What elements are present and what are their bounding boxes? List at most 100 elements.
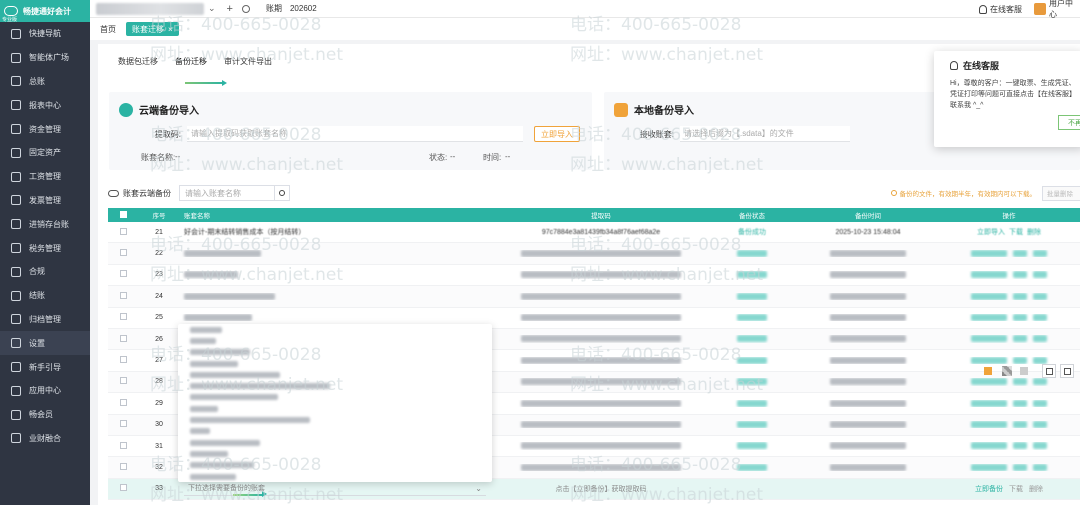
redacted-actions[interactable] — [1013, 271, 1027, 279]
dropdown-option[interactable] — [178, 380, 492, 391]
redacted-actions[interactable] — [971, 249, 1007, 257]
redacted-actions[interactable] — [1033, 463, 1047, 471]
select-all-checkbox[interactable] — [119, 210, 127, 218]
dropdown-option[interactable] — [178, 471, 492, 482]
redacted-actions[interactable] — [1013, 399, 1027, 407]
row-checkbox[interactable] — [119, 420, 127, 428]
sidebar-item-guide[interactable]: 新手引导 — [0, 355, 90, 379]
dropdown-option[interactable] — [178, 414, 492, 425]
row-checkbox[interactable] — [119, 356, 127, 364]
dropdown-option[interactable] — [178, 369, 492, 380]
dropdown-option[interactable] — [178, 403, 492, 414]
sidebar-item-money[interactable]: 资金管理 — [0, 117, 90, 141]
sidebar-item-inventory[interactable]: 进销存台账 — [0, 212, 90, 236]
sidebar-item-apps[interactable]: 应用中心 — [0, 379, 90, 403]
dropdown-option[interactable] — [178, 437, 492, 448]
sidebar-item-ai[interactable]: 智能体广场 — [0, 46, 90, 70]
redacted-actions[interactable] — [971, 271, 1007, 279]
delete-link[interactable]: 删除 — [1027, 229, 1041, 236]
redacted-actions[interactable] — [1013, 442, 1027, 450]
sidebar-item-invoice[interactable]: 发票管理 — [0, 189, 90, 213]
sidebar-item-tax[interactable]: 税务管理 — [0, 236, 90, 260]
redacted-actions[interactable] — [1013, 292, 1027, 300]
redacted-actions[interactable] — [1013, 249, 1027, 257]
orange-badge-icon[interactable] — [984, 367, 992, 375]
row-checkbox[interactable] — [119, 313, 127, 321]
dropdown-option[interactable] — [178, 358, 492, 369]
sidebar-item-report[interactable]: 报表中心 — [0, 93, 90, 117]
redacted-actions[interactable] — [1033, 314, 1047, 322]
qr-code-icon[interactable] — [1002, 366, 1012, 376]
period-value[interactable]: 202602 — [290, 4, 317, 13]
redacted-actions[interactable] — [971, 335, 1007, 343]
customer-service-button[interactable]: 在线客服 — [979, 4, 1022, 15]
sidebar-item-compliance[interactable]: 合规 — [0, 260, 90, 284]
redacted-actions[interactable] — [971, 463, 1007, 471]
redacted-actions[interactable] — [1033, 442, 1047, 450]
redacted-actions[interactable] — [1033, 249, 1047, 257]
tab-data-package-migration[interactable]: 数据包迁移 — [118, 56, 158, 67]
row-checkbox[interactable] — [119, 270, 127, 278]
note-icon[interactable] — [1042, 364, 1056, 378]
row-checkbox[interactable] — [119, 249, 127, 257]
redacted-actions[interactable] — [1013, 463, 1027, 471]
redacted-actions[interactable] — [971, 292, 1007, 300]
tab-audit-file-export[interactable]: 审计文件导出 — [224, 56, 272, 67]
redacted-actions[interactable] — [1033, 271, 1047, 279]
company-selector[interactable] — [96, 2, 204, 15]
backup-now-button[interactable]: 立即备份 — [975, 486, 1003, 493]
redacted-actions[interactable] — [971, 399, 1007, 407]
sidebar-item-integration[interactable]: 业财融合 — [0, 427, 90, 451]
sidebar-item-home[interactable]: 快捷导航 — [0, 22, 90, 46]
dropdown-option[interactable] — [178, 335, 492, 346]
dont-show-button[interactable]: 不再 — [1058, 115, 1080, 130]
account-search-input[interactable]: 请输入账套名称 — [179, 185, 275, 201]
redacted-actions[interactable] — [1033, 292, 1047, 300]
batch-delete-button[interactable]: 批量删除 — [1042, 185, 1080, 201]
redacted-actions[interactable] — [1033, 421, 1047, 429]
search-button[interactable] — [274, 185, 290, 201]
redacted-actions[interactable] — [1013, 335, 1027, 343]
app-logo[interactable]: 畅捷通好会计 专业版 — [0, 0, 90, 23]
row-checkbox[interactable] — [119, 441, 127, 449]
row-checkbox[interactable] — [119, 377, 127, 385]
row-checkbox[interactable] — [119, 334, 127, 342]
row-checkbox[interactable] — [119, 398, 127, 406]
tab-backup-migration[interactable]: 备份迁移 — [175, 56, 207, 67]
import-now-button[interactable]: 立即导入 — [534, 126, 580, 142]
sidebar-item-ledger[interactable]: 总账 — [0, 70, 90, 94]
redacted-actions[interactable] — [971, 421, 1007, 429]
dropdown-option[interactable] — [178, 460, 492, 471]
sidebar-item-member[interactable]: 畅会员 — [0, 403, 90, 427]
redacted-actions[interactable] — [1033, 378, 1047, 386]
close-icon[interactable]: × — [168, 25, 173, 34]
sidebar-item-asset[interactable]: 固定资产 — [0, 141, 90, 165]
download-link[interactable]: 下载 — [1009, 229, 1023, 236]
add-icon[interactable]: + — [227, 3, 233, 15]
redacted-actions[interactable] — [971, 378, 1007, 386]
row-checkbox[interactable] — [119, 227, 127, 235]
dropdown-option[interactable] — [178, 347, 492, 358]
redacted-actions[interactable] — [1013, 421, 1027, 429]
clipboard-icon[interactable] — [1060, 364, 1074, 378]
user-center-button[interactable]: 用户中心 — [1034, 0, 1080, 20]
sidebar-item-salary[interactable]: 工资管理 — [0, 165, 90, 189]
redacted-actions[interactable] — [1013, 356, 1027, 364]
file-select-input[interactable]: 请选择后缀为【.sdata】的文件 — [680, 126, 850, 142]
tab-account-migration[interactable]: 账套迁移 × — [126, 22, 179, 36]
dropdown-option[interactable] — [178, 448, 492, 459]
redacted-actions[interactable] — [1013, 314, 1027, 322]
dropdown-option[interactable] — [178, 324, 492, 335]
row-checkbox[interactable] — [119, 484, 127, 492]
account-select[interactable]: 下拉选择需要备份的账套 ⌄ — [184, 481, 486, 497]
redacted-actions[interactable] — [1033, 399, 1047, 407]
row-checkbox[interactable] — [119, 291, 127, 299]
redacted-actions[interactable] — [971, 356, 1007, 364]
redacted-actions[interactable] — [1013, 378, 1027, 386]
gear-icon[interactable] — [241, 4, 250, 13]
download-button[interactable]: 下载 — [1009, 486, 1023, 493]
dropdown-option[interactable] — [178, 392, 492, 403]
tab-home[interactable]: 首页 — [94, 22, 122, 36]
sidebar-item-close-book[interactable]: 结账 — [0, 284, 90, 308]
delete-button[interactable]: 删除 — [1029, 486, 1043, 493]
